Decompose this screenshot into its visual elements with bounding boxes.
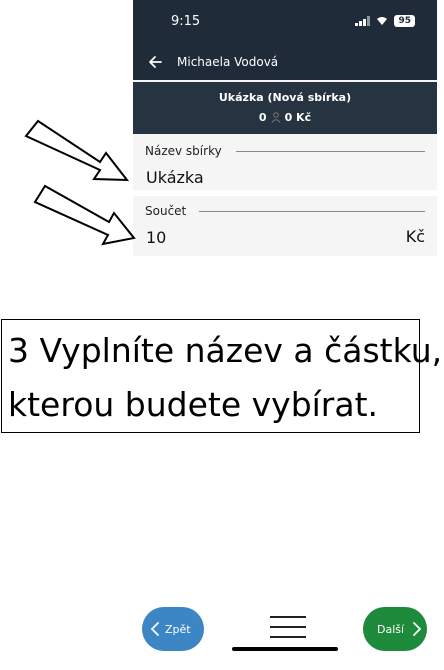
back-arrow-icon[interactable]	[147, 54, 163, 70]
app-bar: Michaela Vodová	[133, 44, 437, 80]
sum-input[interactable]: 10	[146, 228, 166, 247]
instruction-caption: 3 Vyplníte název a částku, kterou budete…	[1, 319, 442, 433]
arrow-to-name-field-icon	[24, 119, 130, 182]
menu-icon[interactable]	[270, 616, 306, 642]
app-title: Michaela Vodová	[177, 55, 279, 69]
collection-summary: Ukázka (Nová sbírka) 0 0 Kč	[133, 82, 437, 134]
back-button-label: Zpět	[165, 622, 191, 636]
name-field[interactable]: Název sbírky Ukázka	[133, 134, 437, 190]
currency-unit: Kč	[405, 227, 425, 246]
collection-amount: 0 Kč	[284, 111, 312, 124]
back-button[interactable]: Zpět	[142, 607, 204, 651]
chevron-right-icon	[413, 622, 422, 636]
name-field-label: Název sbírky	[145, 144, 228, 158]
participant-count: 0	[258, 111, 267, 124]
caption-line-1: 3 Vyplníte název a částku,	[8, 331, 443, 370]
sum-field-label: Součet	[145, 204, 193, 218]
sum-field[interactable]: Součet 10 Kč	[133, 196, 437, 256]
name-field-divider	[236, 151, 425, 152]
next-button[interactable]: Další	[363, 607, 427, 651]
name-input[interactable]: Ukázka	[146, 168, 204, 187]
collection-title: Ukázka (Nová sbírka)	[218, 91, 352, 104]
collection-stats: 0 0 Kč	[133, 111, 437, 124]
home-indicator[interactable]	[232, 647, 338, 651]
signal-icon	[355, 16, 371, 26]
sum-field-divider	[199, 211, 425, 212]
next-button-label: Další	[377, 622, 405, 636]
battery-icon: 95	[394, 15, 415, 27]
person-icon	[271, 112, 280, 123]
status-icons: 95	[355, 15, 415, 27]
chevron-left-icon	[150, 622, 159, 636]
caption-line-2: kterou budete vybírat.	[8, 385, 379, 424]
arrow-to-sum-field-icon	[33, 184, 136, 246]
status-time: 9:15	[171, 14, 201, 29]
wifi-icon	[377, 17, 388, 25]
phone-screen: 9:15 95 Michaela Vodová Ukázka (Nová sbí…	[133, 0, 437, 256]
status-bar: 9:15 95	[133, 0, 437, 44]
